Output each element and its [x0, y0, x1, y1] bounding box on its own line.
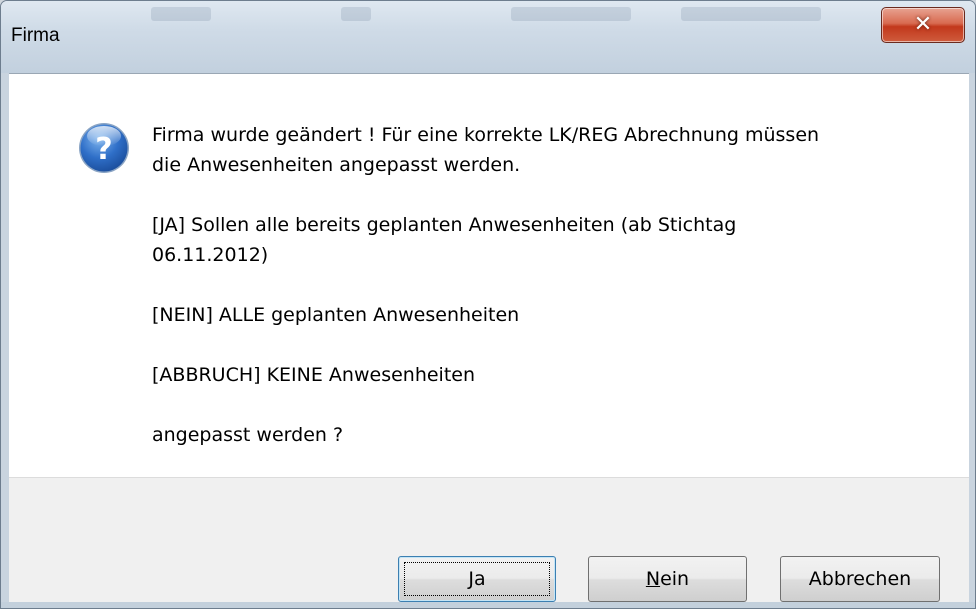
window-title: Firma — [11, 25, 60, 46]
no-label-rest: ein — [660, 568, 690, 590]
message-line-1: Firma wurde geändert ! Für eine korrekte… — [152, 124, 820, 176]
background-blur — [511, 7, 631, 21]
background-blur — [341, 7, 371, 21]
cancel-button[interactable]: Abbrechen — [780, 556, 940, 602]
yes-label-rest: a — [473, 568, 486, 590]
no-mnemonic: N — [645, 568, 661, 590]
message-line-3: [NEIN] ALLE geplanten Anwesenheiten — [152, 304, 520, 326]
dialog-message: Firma wurde geändert ! Für eine korrekte… — [152, 120, 932, 450]
dialog-content: ? Firma wurde geändert ! Für eine korrek… — [9, 73, 969, 477]
close-button[interactable]: ✕ — [881, 7, 965, 43]
button-bar: Ja Nein Abbrechen — [9, 477, 969, 602]
no-button[interactable]: Nein — [588, 556, 747, 602]
message-line-5: angepasst werden ? — [152, 424, 344, 446]
message-dialog: Firma ✕ ? Firma wurde geändert ! Für ein… — [0, 0, 976, 609]
yes-button[interactable]: Ja — [398, 556, 556, 602]
message-line-2: [JA] Sollen alle bereits geplanten Anwes… — [152, 214, 737, 266]
background-blur — [681, 7, 821, 21]
background-blur — [151, 7, 211, 21]
question-icon: ? — [79, 123, 129, 173]
title-bar[interactable]: Firma ✕ — [1, 1, 975, 73]
message-line-4: [ABBRUCH] KEINE Anwesenheiten — [152, 364, 476, 386]
window-bottom-border — [1, 602, 975, 608]
svg-text:?: ? — [95, 132, 112, 167]
close-icon: ✕ — [913, 12, 933, 37]
